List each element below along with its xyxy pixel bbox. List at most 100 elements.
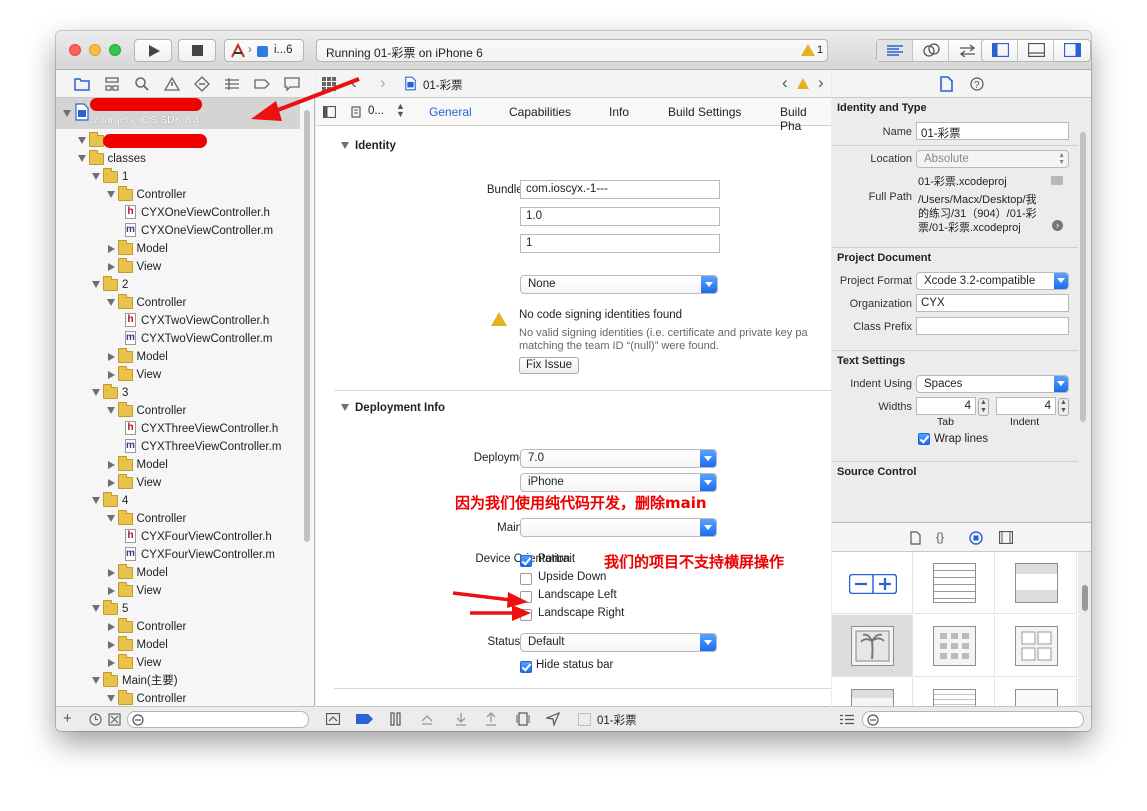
tab-capabilities[interactable]: Capabilities [509, 105, 571, 119]
file-inspector-icon[interactable] [940, 76, 953, 92]
related-items-icon[interactable] [322, 77, 336, 91]
tree-row[interactable]: View [56, 582, 301, 600]
class-prefix-field[interactable] [916, 317, 1069, 335]
scm-filter-icon[interactable] [108, 713, 121, 726]
disclosure-triangle-icon[interactable] [92, 173, 100, 180]
disclosure-triangle-icon[interactable] [107, 479, 115, 487]
wrap-lines-checkbox[interactable] [918, 433, 930, 445]
indent-using-popup[interactable]: Spaces [916, 375, 1069, 393]
file-template-icon[interactable] [910, 531, 921, 545]
deployment-target-popup[interactable]: 7.0 [520, 449, 717, 468]
prev-issue-icon[interactable]: ‹ [782, 73, 788, 93]
disclosure-triangle-icon[interactable] [107, 641, 115, 649]
organization-field[interactable]: CYX [916, 294, 1069, 312]
tree-row[interactable]: Controller [56, 294, 301, 312]
main-interface-combo[interactable] [520, 518, 717, 537]
toggle-debug-button[interactable] [1018, 40, 1054, 61]
tree-row[interactable]: 3 [56, 384, 301, 402]
tree-row[interactable]: h CYXThreeViewController.h [56, 420, 301, 438]
media-library-icon[interactable] [999, 531, 1013, 544]
identity-disclosure-icon[interactable] [341, 142, 349, 149]
tree-row[interactable]: h CYXOneViewController.h [56, 204, 301, 222]
library-item-stepper[interactable] [832, 552, 913, 614]
tree-row[interactable]: m CYXTwoViewController.m [56, 330, 301, 348]
test-icon[interactable] [194, 76, 210, 92]
hide-status-bar-checkbox[interactable] [520, 661, 532, 673]
tree-row[interactable]: Controller [56, 510, 301, 528]
clock-icon[interactable] [89, 713, 102, 726]
breadcrumb[interactable]: 01-彩票 [423, 77, 463, 93]
tree-row[interactable]: h CYXTwoViewController.h [56, 312, 301, 330]
disclosure-triangle-icon[interactable] [107, 371, 115, 379]
toggle-targets-icon[interactable] [323, 106, 336, 118]
folder-icon[interactable] [74, 76, 90, 92]
location-icon[interactable] [546, 712, 560, 726]
location-popup[interactable]: Absolute ▲ ▼ [916, 150, 1069, 168]
disclosure-triangle-icon[interactable] [106, 515, 115, 522]
warning-icon[interactable] [797, 78, 809, 89]
object-library-icon[interactable] [969, 531, 983, 545]
breakpoints-toggle-icon[interactable] [356, 714, 373, 724]
tree-row[interactable]: View [56, 258, 301, 276]
disclosure-triangle-icon[interactable] [63, 110, 71, 117]
toggle-utilities-button[interactable] [1054, 40, 1090, 61]
reveal-arrow-icon[interactable]: › [1052, 220, 1063, 231]
devices-popup[interactable]: iPhone [520, 473, 717, 492]
close-button[interactable] [69, 44, 81, 56]
library-filter-input[interactable] [862, 711, 1084, 728]
tree-row[interactable]: classes [56, 150, 301, 168]
indent-width-stepper-icon[interactable]: ▲ ▼ [1058, 398, 1069, 416]
tab-general[interactable]: General [429, 105, 472, 119]
warning-icon[interactable] [801, 44, 815, 56]
library-item-image-view[interactable] [832, 615, 913, 677]
step-out-icon[interactable] [484, 712, 498, 726]
back-chevron-icon[interactable]: ‹ [351, 73, 357, 93]
project-row-selected[interactable]: 2 targets, iOS SDK 8.4 [56, 98, 300, 129]
tree-row[interactable]: m CYXFourViewController.m [56, 546, 301, 564]
debug-icon[interactable] [224, 76, 240, 92]
disclosure-triangle-icon[interactable] [92, 389, 100, 396]
tree-row-root-group[interactable] [56, 132, 301, 150]
search-icon[interactable] [134, 76, 150, 92]
breakpoint-icon[interactable] [254, 76, 270, 92]
library-item-collection-view[interactable] [914, 615, 995, 677]
disclosure-triangle-icon[interactable] [107, 263, 115, 271]
stop-button[interactable] [178, 39, 216, 62]
disclosure-triangle-icon[interactable] [107, 569, 115, 577]
tree-row[interactable]: View [56, 366, 301, 384]
assistant-editor-button[interactable] [913, 40, 949, 61]
tree-row[interactable]: Controller [56, 186, 301, 204]
pause-icon[interactable] [390, 712, 402, 726]
run-button[interactable] [134, 39, 172, 62]
tree-row[interactable]: 5 [56, 600, 301, 618]
tab-width-stepper-icon[interactable]: ▲ ▼ [978, 398, 989, 416]
upside-down-checkbox[interactable] [520, 573, 532, 585]
forward-chevron-icon[interactable]: › [380, 73, 386, 93]
project-format-popup[interactable]: Xcode 3.2-compatible [916, 272, 1069, 290]
disclosure-triangle-icon[interactable] [107, 461, 115, 469]
tree-row[interactable]: 4 [56, 492, 301, 510]
name-field[interactable]: 01-彩票 [916, 122, 1069, 140]
tab-build-phases[interactable]: Build Pha [780, 105, 831, 133]
tree-row[interactable]: Model [56, 348, 301, 366]
tree-row[interactable]: m CYXOneViewController.m [56, 222, 301, 240]
disclosure-triangle-icon[interactable] [92, 281, 100, 288]
tree-row[interactable]: h CYXFourViewController.h [56, 528, 301, 546]
tree-row[interactable]: Model [56, 564, 301, 582]
tree-row[interactable]: Model [56, 456, 301, 474]
landscape-left-checkbox[interactable] [520, 591, 532, 603]
disclosure-triangle-icon[interactable] [92, 497, 100, 504]
tab-build-settings[interactable]: Build Settings [668, 105, 741, 119]
disclosure-triangle-icon[interactable] [107, 623, 115, 631]
disclosure-triangle-icon[interactable] [106, 299, 115, 306]
step-into-icon[interactable] [454, 712, 468, 726]
report-icon[interactable] [284, 76, 300, 92]
zoom-button[interactable] [109, 44, 121, 56]
portrait-checkbox[interactable] [520, 555, 532, 567]
version-field[interactable]: 1.0 [520, 207, 720, 226]
tree-row[interactable]: View [56, 474, 301, 492]
quick-help-icon[interactable]: ? [970, 77, 984, 91]
disclosure-triangle-icon[interactable] [107, 587, 115, 595]
team-popup[interactable]: None [520, 275, 718, 294]
status-bar-style-popup[interactable]: Default [520, 633, 717, 652]
